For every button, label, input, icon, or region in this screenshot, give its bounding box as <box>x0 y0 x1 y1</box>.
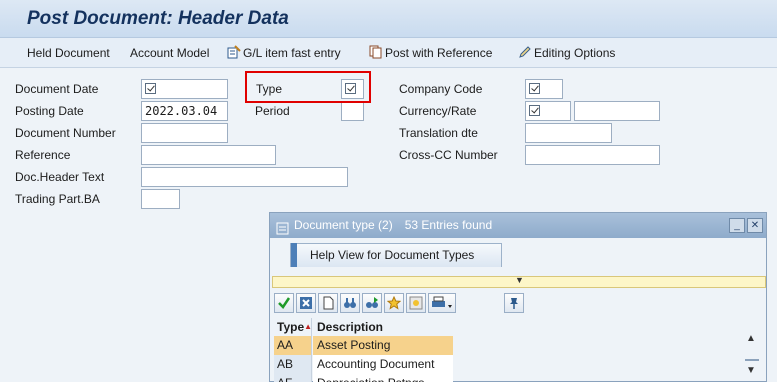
editing-options-label: Editing Options <box>534 46 616 61</box>
document-number-field[interactable] <box>141 123 228 143</box>
tab-help-view-document-types[interactable]: Help View for Document Types <box>290 243 502 267</box>
currency-field[interactable] <box>525 101 571 121</box>
find-next-icon <box>366 297 378 308</box>
scroll-grip[interactable] <box>745 359 759 361</box>
find-next-button[interactable] <box>362 293 382 313</box>
currency-rate-label: Currency/Rate <box>399 104 477 118</box>
checkmark-icon <box>278 297 291 309</box>
restriction-collapse-bar[interactable]: ▼ <box>272 275 766 288</box>
triangle-down-icon: ▼ <box>515 275 524 285</box>
editing-options-button[interactable]: Editing Options <box>518 45 615 61</box>
cell-type: AB <box>274 355 312 374</box>
trading-part-ba-label: Trading Part.BA <box>15 192 100 206</box>
entries-found-text: 53 Entries found <box>404 218 493 232</box>
vertical-scrollbar[interactable]: ▲ ▼ <box>743 333 763 382</box>
column-header-type[interactable]: Type▲ <box>274 318 312 336</box>
tab-strip: Help View for Document Types <box>270 238 766 276</box>
doc-header-text-field[interactable] <box>141 167 348 187</box>
new-search-button[interactable] <box>318 293 338 313</box>
continue-button[interactable] <box>274 293 294 313</box>
printer-icon <box>432 296 452 308</box>
required-check-icon <box>145 83 156 94</box>
required-check-icon <box>529 105 540 116</box>
page-title: Post Document: Header Data <box>27 8 289 29</box>
cell-type: AF <box>274 374 312 382</box>
cancel-button[interactable] <box>296 293 316 313</box>
posting-date-label: Posting Date <box>15 104 84 118</box>
binoculars-icon <box>344 298 356 308</box>
new-page-icon <box>323 296 334 310</box>
column-type-label: Type <box>277 320 305 334</box>
document-date-label: Document Date <box>15 82 99 96</box>
cell-description: Depreciation Pstngs <box>313 374 453 382</box>
dialog-header: Document type (2) 53 Entries found _ ✕ <box>270 213 766 238</box>
account-model-label: Account Model <box>130 46 210 60</box>
pin-icon <box>510 298 518 309</box>
personal-list-icon <box>409 296 423 310</box>
required-check-icon <box>529 83 540 94</box>
sort-ascending-icon: ▲ <box>304 322 313 331</box>
period-field[interactable] <box>341 101 364 121</box>
find-button[interactable] <box>340 293 360 313</box>
personal-list-button[interactable] <box>406 293 426 313</box>
company-code-field[interactable] <box>525 79 563 99</box>
print-button[interactable] <box>428 293 456 313</box>
cell-type: AA <box>274 336 312 355</box>
favorites-button[interactable] <box>384 293 404 313</box>
star-icon <box>387 296 401 310</box>
held-document-button[interactable]: Held Document <box>27 45 110 61</box>
technical-info-button[interactable] <box>504 293 524 313</box>
fast-entry-icon <box>227 45 241 63</box>
document-reference-icon <box>369 45 383 63</box>
gl-fast-entry-label: G/L item fast entry <box>243 46 341 61</box>
cross-cc-number-field[interactable] <box>525 145 660 165</box>
translation-dte-label: Translation dte <box>399 126 478 140</box>
minimize-button[interactable]: _ <box>729 218 745 233</box>
dialog-title: Document type (2) <box>294 218 393 232</box>
post-with-reference-label: Post with Reference <box>385 46 493 61</box>
scroll-up-icon[interactable]: ▲ <box>746 333 756 344</box>
cancel-icon <box>300 297 312 309</box>
company-code-label: Company Code <box>399 82 483 96</box>
document-number-label: Document Number <box>15 126 116 140</box>
cell-description: Accounting Document <box>313 355 453 374</box>
column-header-description[interactable]: Description <box>313 318 453 336</box>
period-label: Period <box>255 104 290 118</box>
post-with-reference-button[interactable]: Post with Reference <box>369 45 492 61</box>
exchange-rate-field[interactable] <box>574 101 660 121</box>
reference-label: Reference <box>15 148 71 162</box>
scroll-down-icon[interactable]: ▼ <box>746 365 756 376</box>
cell-description: Asset Posting <box>313 336 453 355</box>
reference-field[interactable] <box>141 145 276 165</box>
gl-fast-entry-button[interactable]: G/L item fast entry <box>227 45 341 61</box>
cross-cc-number-label: Cross-CC Number <box>399 148 498 162</box>
pencil-icon <box>518 45 532 63</box>
application-toolbar: Held Document Account Model G/L item fas… <box>0 38 777 68</box>
document-type-search-help-dialog: Document type (2) 53 Entries found _ ✕ He… <box>269 212 767 382</box>
close-button[interactable]: ✕ <box>747 218 763 233</box>
type-highlight-box <box>245 71 371 103</box>
document-date-field[interactable] <box>141 79 228 99</box>
account-model-button[interactable]: Account Model <box>130 45 209 61</box>
posting-date-field[interactable]: 2022.03.04 <box>141 101 228 121</box>
trading-part-ba-field[interactable] <box>141 189 180 209</box>
doc-header-text-label: Doc.Header Text <box>15 170 105 184</box>
translation-dte-field[interactable] <box>525 123 612 143</box>
title-bar: Post Document: Header Data <box>0 0 777 38</box>
held-document-label: Held Document <box>27 46 110 60</box>
